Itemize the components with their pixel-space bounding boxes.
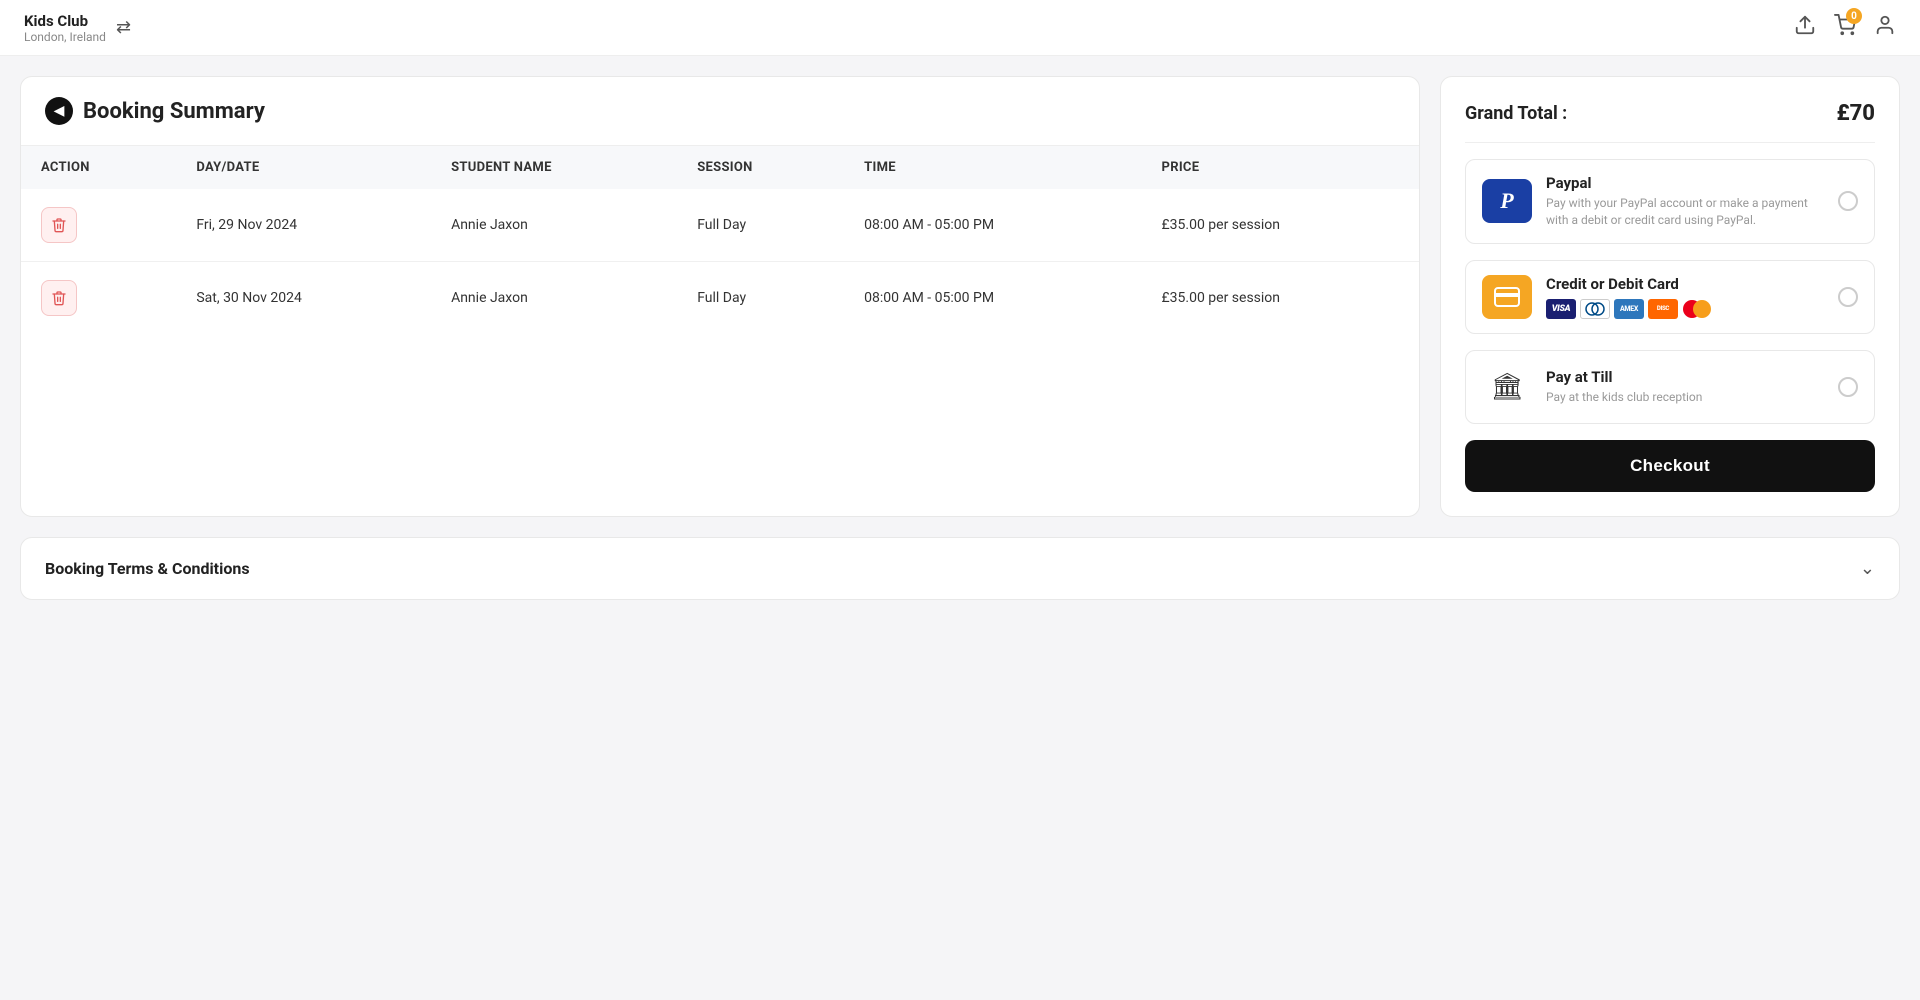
- card-radio[interactable]: [1838, 287, 1858, 307]
- checkout-button[interactable]: Checkout: [1465, 440, 1875, 492]
- time-cell: 08:00 AM - 05:00 PM: [844, 189, 1141, 262]
- table-body: Fri, 29 Nov 2024 Annie Jaxon Full Day 08…: [21, 189, 1419, 334]
- card-icon-wrap: [1482, 275, 1532, 319]
- col-action: ACTION: [21, 146, 176, 189]
- upload-icon[interactable]: [1794, 14, 1816, 41]
- terms-row[interactable]: Booking Terms & Conditions ⌄: [21, 538, 1899, 599]
- payment-panel: Grand Total : £70 P Paypal Pay with your…: [1440, 76, 1900, 517]
- day-date-cell: Sat, 30 Nov 2024: [176, 262, 431, 335]
- day-date-cell: Fri, 29 Nov 2024: [176, 189, 431, 262]
- back-circle-icon[interactable]: ◀: [45, 97, 73, 125]
- session-cell: Full Day: [677, 189, 844, 262]
- col-price: PRICE: [1142, 146, 1419, 189]
- diners-logo: [1580, 299, 1610, 319]
- payment-option-card[interactable]: Credit or Debit Card VISA AMEX DISC: [1465, 260, 1875, 334]
- card-info: Credit or Debit Card VISA AMEX DISC: [1546, 275, 1824, 319]
- grand-total-row: Grand Total : £70: [1465, 101, 1875, 143]
- session-cell: Full Day: [677, 262, 844, 335]
- terms-label: Booking Terms & Conditions: [45, 559, 250, 578]
- payment-option-paypal[interactable]: P Paypal Pay with your PayPal account or…: [1465, 159, 1875, 244]
- mc-right-circle: [1693, 300, 1711, 318]
- paypal-info: Paypal Pay with your PayPal account or m…: [1546, 174, 1824, 229]
- col-session: SESSION: [677, 146, 844, 189]
- till-description: Pay at the kids club reception: [1546, 389, 1824, 406]
- brand-location: London, Ireland: [24, 30, 106, 44]
- amex-logo: AMEX: [1614, 299, 1644, 319]
- col-day-date: DAY/DATE: [176, 146, 431, 189]
- booking-summary-title: Booking Summary: [83, 99, 265, 124]
- student-name-cell: Annie Jaxon: [431, 262, 677, 335]
- till-icon-wrap: 🏛: [1482, 365, 1532, 409]
- chevron-down-icon: ⌄: [1860, 558, 1875, 579]
- payment-option-till[interactable]: 🏛 Pay at Till Pay at the kids club recep…: [1465, 350, 1875, 424]
- paypal-icon-wrap: P: [1482, 179, 1532, 223]
- col-time: TIME: [844, 146, 1141, 189]
- action-cell: [21, 189, 176, 262]
- price-cell: £35.00 per session: [1142, 262, 1419, 335]
- credit-card-icon: [1494, 287, 1520, 307]
- student-name-cell: Annie Jaxon: [431, 189, 677, 262]
- time-cell: 08:00 AM - 05:00 PM: [844, 262, 1141, 335]
- discover-logo: DISC: [1648, 299, 1678, 319]
- main-content: ◀ Booking Summary ACTION DAY/DATE STUDEN…: [0, 56, 1920, 517]
- delete-button-0[interactable]: [41, 207, 77, 243]
- paypal-p-icon: P: [1500, 188, 1513, 214]
- booking-summary-header: ◀ Booking Summary: [21, 77, 1419, 146]
- col-student-name: STUDENT NAME: [431, 146, 677, 189]
- table-header: ACTION DAY/DATE STUDENT NAME SESSION TIM…: [21, 146, 1419, 189]
- visa-logo: VISA: [1546, 299, 1576, 319]
- table-row: Fri, 29 Nov 2024 Annie Jaxon Full Day 08…: [21, 189, 1419, 262]
- user-icon[interactable]: [1874, 14, 1896, 41]
- brand-info: Kids Club London, Ireland: [24, 12, 106, 44]
- mastercard-wrap: [1683, 300, 1711, 318]
- till-radio[interactable]: [1838, 377, 1858, 397]
- delete-button-1[interactable]: [41, 280, 77, 316]
- booking-summary-panel: ◀ Booking Summary ACTION DAY/DATE STUDEN…: [20, 76, 1420, 517]
- till-info: Pay at Till Pay at the kids club recepti…: [1546, 368, 1824, 406]
- cart-icon[interactable]: 0: [1834, 14, 1856, 41]
- card-name: Credit or Debit Card: [1546, 275, 1824, 293]
- cart-badge: 0: [1846, 8, 1862, 24]
- action-cell: [21, 262, 176, 335]
- mastercard-logo: [1682, 299, 1712, 319]
- grand-total-label: Grand Total :: [1465, 103, 1567, 124]
- back-icon[interactable]: ⇄: [116, 17, 131, 38]
- till-building-icon: 🏛: [1490, 372, 1523, 402]
- terms-section: Booking Terms & Conditions ⌄: [20, 537, 1900, 600]
- booking-table: ACTION DAY/DATE STUDENT NAME SESSION TIM…: [21, 146, 1419, 334]
- header: Kids Club London, Ireland ⇄ 0: [0, 0, 1920, 56]
- paypal-description: Pay with your PayPal account or make a p…: [1546, 195, 1824, 229]
- grand-total-amount: £70: [1836, 101, 1875, 126]
- paypal-name: Paypal: [1546, 174, 1824, 192]
- paypal-radio[interactable]: [1838, 191, 1858, 211]
- header-right: 0: [1794, 14, 1896, 41]
- price-cell: £35.00 per session: [1142, 189, 1419, 262]
- table-row: Sat, 30 Nov 2024 Annie Jaxon Full Day 08…: [21, 262, 1419, 335]
- till-name: Pay at Till: [1546, 368, 1824, 386]
- header-left: Kids Club London, Ireland ⇄: [24, 12, 131, 44]
- card-logos: VISA AMEX DISC: [1546, 299, 1824, 319]
- brand-name: Kids Club: [24, 12, 106, 30]
